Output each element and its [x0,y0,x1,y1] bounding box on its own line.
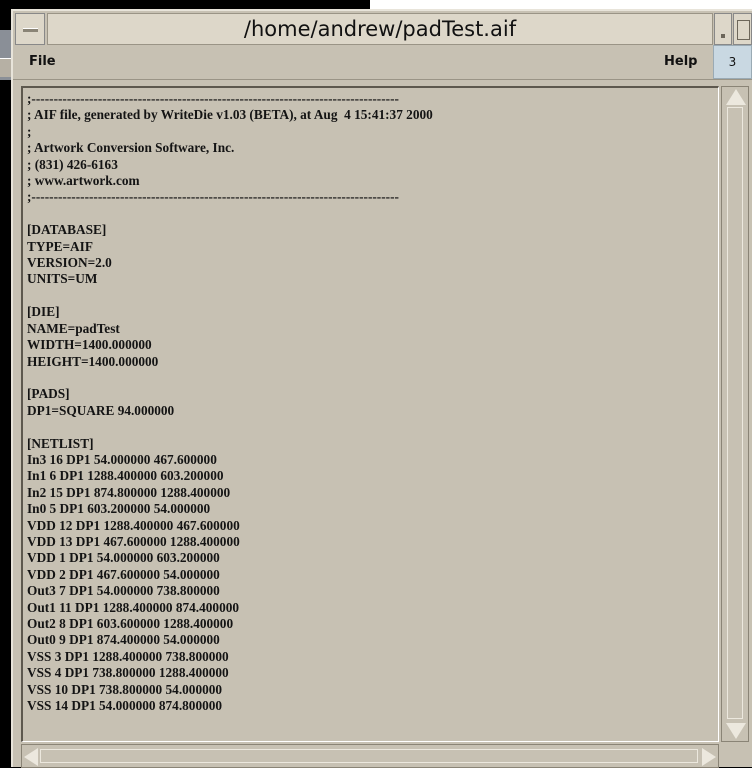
vertical-scroll-thumb[interactable] [727,107,743,719]
document-line: VDD 1 DP1 54.000000 603.200000 [27,550,220,566]
horizontal-scrollbar[interactable] [21,744,719,768]
window-menu-button[interactable] [15,13,45,45]
document-line: WIDTH=1400.000000 [27,337,152,353]
menu-file[interactable]: File [29,54,56,69]
document-line: UNITS=UM [27,271,98,287]
minimize-button[interactable] [714,13,732,45]
document-line: VDD 13 DP1 467.600000 1288.400000 [27,533,240,549]
document-line: Out2 8 DP1 603.600000 1288.400000 [27,616,234,631]
arrow-up-icon[interactable] [726,89,746,105]
document-line: VSS 4 DP1 738.800000 1288.400000 [27,665,229,681]
title-bar[interactable]: /home/andrew/padTest.aif [13,11,752,47]
document-line: In2 15 DP1 874.800000 1288.400000 [27,484,231,500]
arrow-down-icon[interactable] [726,723,746,739]
arrow-right-icon[interactable] [702,748,716,766]
document-line: [NETLIST] [27,435,94,451]
document-line: VDD 2 DP1 467.600000 54.000000 [27,566,220,582]
document-line: ; AIF file, generated by WriteDie v1.03 … [27,107,433,123]
document-line: ; (831) 426-6163 [27,156,118,172]
document-line: In0 5 DP1 603.200000 54.000000 [27,501,211,517]
document-text: ;---------------------------------------… [23,88,718,714]
document-line: ; www.artwork.com [27,173,140,189]
document-line: ; [27,123,32,139]
horizontal-scroll-thumb[interactable] [40,749,698,763]
workspace-indicator[interactable]: 3 [713,45,752,79]
text-viewer-window: /home/andrew/padTest.aif File Help 3 ;--… [11,9,752,768]
vertical-scrollbar[interactable] [721,86,749,742]
window-menu-icon [23,28,38,32]
document-line: Out1 11 DP1 1288.400000 874.400000 [27,599,240,615]
document-line: In1 6 DP1 1288.400000 603.200000 [27,468,224,484]
document-line: In3 16 DP1 54.000000 467.600000 [27,451,217,467]
maximize-button[interactable] [733,13,752,45]
document-line: [PADS] [27,386,70,402]
document-line: Out0 9 DP1 874.400000 54.000000 [27,632,220,648]
minimize-icon [721,34,725,38]
arrow-left-icon[interactable] [24,748,38,766]
document-line: TYPE=AIF [27,238,93,254]
document-text-area[interactable]: ;---------------------------------------… [21,86,719,742]
document-line: [DATABASE] [27,222,107,238]
document-line: VSS 3 DP1 1288.400000 738.800000 [27,648,229,664]
document-line: VSS 14 DP1 54.000000 874.800000 [27,698,223,714]
document-line: ;---------------------------------------… [27,189,399,205]
document-line: Out3 7 DP1 54.000000 738.800000 [27,583,220,599]
document-line: VSS 10 DP1 738.800000 54.000000 [27,681,223,697]
document-line: ;---------------------------------------… [27,91,399,106]
document-line: VDD 12 DP1 1288.400000 467.600000 [27,517,240,533]
document-line: VERSION=2.0 [27,255,112,271]
document-line: ; Artwork Conversion Software, Inc. [27,140,235,156]
document-line: HEIGHT=1400.000000 [27,353,159,369]
document-line: [DIE] [27,304,60,320]
menu-bar: File Help [13,47,752,80]
document-line: NAME=padTest [27,320,120,336]
maximize-icon [737,20,750,40]
document-line: DP1=SQUARE 94.000000 [27,402,175,418]
window-title: /home/andrew/padTest.aif [47,13,713,45]
menu-help[interactable]: Help [664,54,697,69]
